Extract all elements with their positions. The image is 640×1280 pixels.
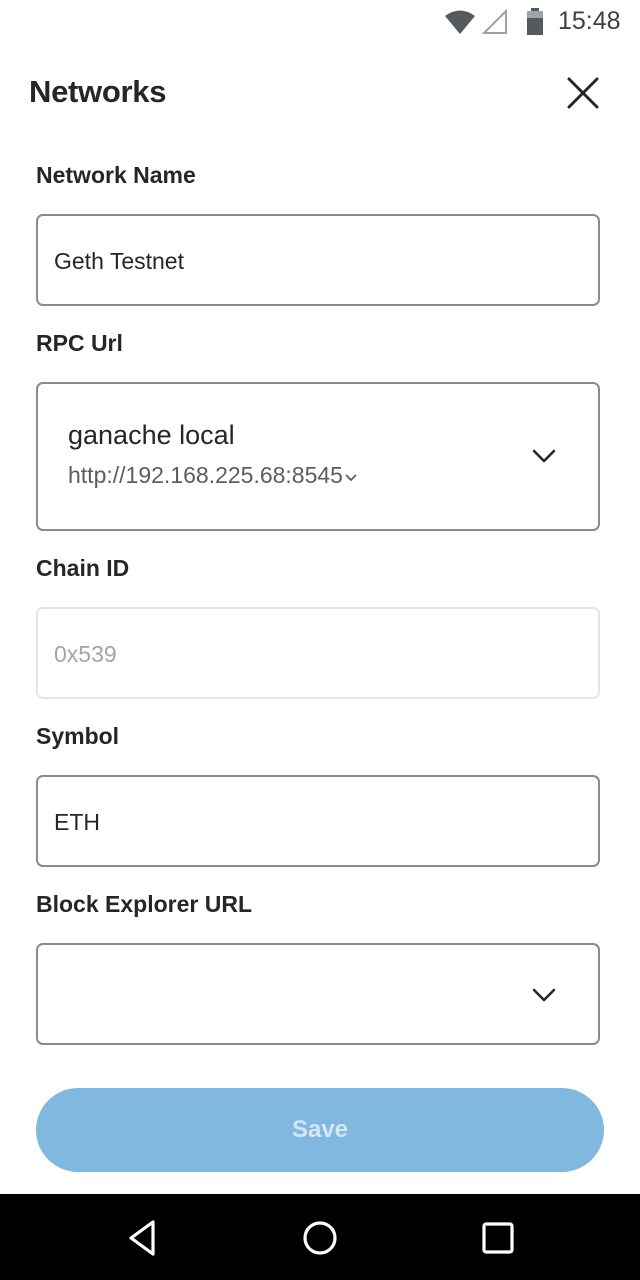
block-explorer-select[interactable] (36, 943, 600, 1045)
back-button[interactable] (121, 1216, 165, 1260)
network-name-value: Geth Testnet (54, 248, 184, 274)
rpc-url-label: RPC Url (36, 330, 123, 356)
chain-id-input[interactable]: 0x539 (36, 607, 600, 699)
symbol-input[interactable]: ETH (36, 775, 600, 867)
networks-screen: 15:48 Networks Network Name Geth Testnet… (0, 0, 640, 1280)
network-name-label: Network Name (36, 162, 196, 188)
signal-icon (481, 8, 508, 40)
page-title: Networks (29, 74, 167, 109)
status-bar: 15:48 (0, 0, 640, 44)
rpc-name-value: ganache local (68, 420, 235, 450)
rpc-url-text: http://192.168.225.68:8545 (68, 462, 343, 488)
wifi-icon (444, 9, 476, 40)
block-explorer-label: Block Explorer URL (36, 891, 252, 917)
recents-button[interactable] (476, 1216, 520, 1260)
symbol-value: ETH (54, 809, 100, 835)
rpc-url-value: http://192.168.225.68:8545 (68, 462, 358, 489)
chain-id-placeholder: 0x539 (54, 641, 117, 667)
home-button[interactable] (298, 1216, 342, 1260)
symbol-label: Symbol (36, 723, 120, 749)
chevron-down-small-icon (345, 474, 357, 482)
close-button[interactable] (562, 72, 604, 114)
battery-icon (526, 8, 544, 41)
network-name-input[interactable]: Geth Testnet (36, 214, 600, 306)
home-icon (303, 1221, 337, 1255)
chevron-down-icon (532, 449, 556, 463)
status-time: 15:48 (558, 7, 621, 35)
save-button[interactable]: Save (36, 1088, 604, 1172)
system-nav-bar (0, 1194, 640, 1280)
recents-icon (482, 1222, 514, 1254)
chevron-down-icon (532, 988, 556, 1002)
close-icon (567, 77, 599, 109)
rpc-url-select[interactable]: ganache local http://192.168.225.68:8545 (36, 382, 600, 531)
back-icon (129, 1220, 155, 1256)
chain-id-label: Chain ID (36, 555, 130, 581)
